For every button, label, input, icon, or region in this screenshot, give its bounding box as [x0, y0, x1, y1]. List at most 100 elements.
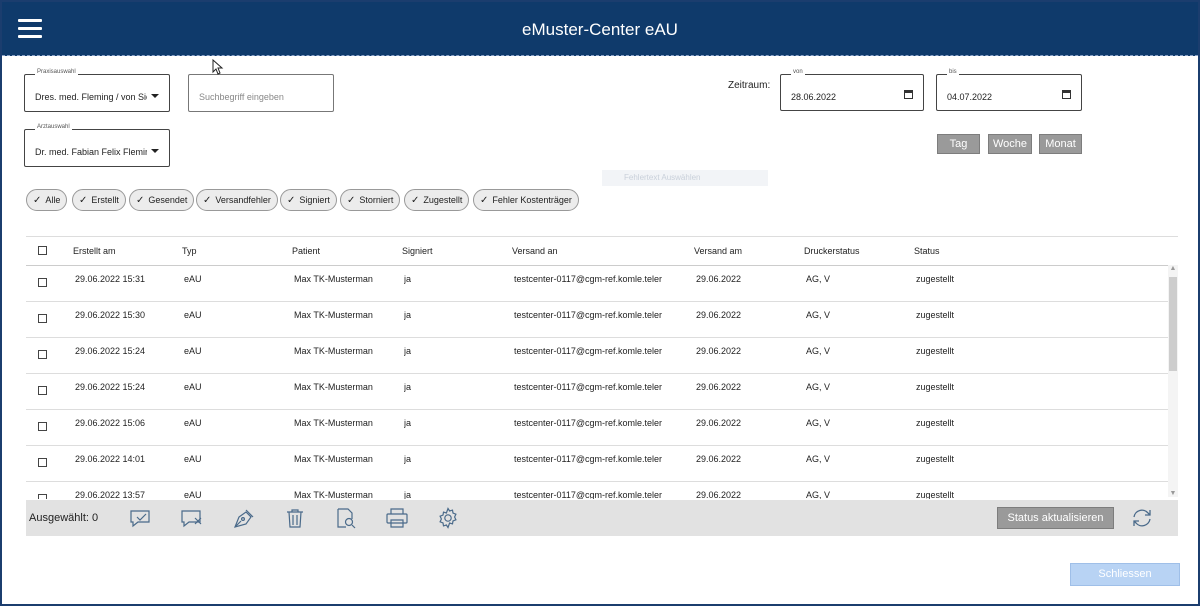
- chip-versandfehler[interactable]: ✓ Versandfehler: [196, 189, 278, 211]
- cell-druckerstatus: AG, V: [806, 310, 831, 320]
- row-checkbox[interactable]: [38, 458, 47, 467]
- monat-button[interactable]: Monat: [1039, 134, 1082, 154]
- cell-versand-an: testcenter-0117@cgm-ref.komle.teler: [514, 274, 663, 284]
- table-row[interactable]: 29.06.2022 15:30 eAU Max TK-Musterman ja tes…: [26, 301, 1168, 338]
- praxis-value: Dres. med. Fleming / von Sie: [35, 92, 147, 102]
- row-checkbox[interactable]: [38, 494, 47, 499]
- chip-alle[interactable]: ✓ Alle: [26, 189, 68, 211]
- table-row[interactable]: 29.06.2022 13:57 eAU Max TK-Musterman ja tes…: [26, 481, 1168, 499]
- table-scrollbar[interactable]: ▲ ▼: [1168, 265, 1178, 497]
- col-signiert[interactable]: Signiert: [402, 246, 433, 256]
- chip-label: Versandfehler: [215, 195, 271, 205]
- table-row[interactable]: 29.06.2022 15:31 eAU Max TK-Musterman ja tes…: [26, 265, 1168, 302]
- select-all-checkbox[interactable]: [38, 246, 47, 255]
- col-status[interactable]: Status: [914, 246, 940, 256]
- cell-patient: Max TK-Musterman: [294, 310, 373, 320]
- sign-check-icon[interactable]: [129, 507, 153, 529]
- cell-typ: eAU: [184, 382, 202, 392]
- chip-label: Storniert: [359, 195, 394, 205]
- cell-patient: Max TK-Musterman: [294, 418, 373, 428]
- scroll-down-icon[interactable]: ▼: [1168, 490, 1178, 497]
- chip-storniert[interactable]: ✓ Storniert: [340, 189, 401, 211]
- results-table: Erstellt am Typ Patient Signiert Versand…: [26, 236, 1178, 499]
- row-checkbox[interactable]: [38, 386, 47, 395]
- cell-patient: Max TK-Musterman: [294, 454, 373, 464]
- status-refresh-button[interactable]: Status aktualisieren: [997, 507, 1114, 529]
- cell-versand-an: testcenter-0117@cgm-ref.komle.teler: [514, 346, 663, 356]
- printer-icon[interactable]: [385, 507, 409, 529]
- cell-status: zugestellt: [916, 418, 955, 428]
- cell-erstellt-am: 29.06.2022 14:01: [75, 454, 146, 464]
- row-checkbox[interactable]: [38, 314, 47, 323]
- calendar-icon[interactable]: [904, 90, 913, 99]
- cell-signiert: ja: [404, 418, 412, 428]
- col-erstellt-am[interactable]: Erstellt am: [73, 246, 116, 256]
- arzt-select[interactable]: Arztauswahl Dr. med. Fabian Felix Flemin…: [24, 124, 170, 167]
- mouse-cursor-icon: [212, 59, 224, 75]
- cell-status: zugestellt: [916, 382, 955, 392]
- gear-icon[interactable]: [436, 507, 460, 529]
- woche-button[interactable]: Woche: [988, 134, 1032, 154]
- cell-erstellt-am: 29.06.2022 15:24: [75, 346, 146, 356]
- table-row[interactable]: 29.06.2022 14:01 eAU Max TK-Musterman ja tes…: [26, 445, 1168, 482]
- table-header: Erstellt am Typ Patient Signiert Versand…: [26, 237, 1178, 266]
- cell-typ: eAU: [184, 310, 202, 320]
- close-button[interactable]: Schliessen: [1070, 563, 1180, 586]
- tag-button[interactable]: Tag: [937, 134, 980, 154]
- cell-patient: Max TK-Musterman: [294, 274, 373, 284]
- chip-zugestellt[interactable]: ✓ Zugestellt: [404, 189, 470, 211]
- date-from-value: 28.06.2022: [791, 92, 837, 102]
- scroll-up-icon[interactable]: ▲: [1168, 265, 1178, 272]
- document-search-icon[interactable]: [334, 507, 358, 529]
- cell-typ: eAU: [184, 274, 202, 284]
- ghost-select: Fehlertext Auswählen: [602, 170, 768, 186]
- cell-patient: Max TK-Musterman: [294, 490, 373, 499]
- check-icon: ✓: [136, 195, 145, 206]
- cell-status: zugestellt: [916, 346, 955, 356]
- selected-count: Ausgewählt: 0: [29, 512, 99, 524]
- cell-erstellt-am: 29.06.2022 15:06: [75, 418, 146, 428]
- row-checkbox[interactable]: [38, 350, 47, 359]
- sign-cancel-icon[interactable]: [180, 507, 204, 529]
- cell-versand-am: 29.06.2022: [696, 346, 742, 356]
- refresh-icon[interactable]: [1130, 507, 1154, 529]
- table-row[interactable]: 29.06.2022 15:24 eAU Max TK-Musterman ja tes…: [26, 373, 1168, 410]
- cell-signiert: ja: [404, 346, 412, 356]
- cell-status: zugestellt: [916, 490, 955, 499]
- cell-versand-am: 29.06.2022: [696, 310, 742, 320]
- row-checkbox[interactable]: [38, 422, 47, 431]
- calendar-icon[interactable]: [1062, 90, 1071, 99]
- col-druckerstatus[interactable]: Druckerstatus: [804, 246, 860, 256]
- chip-label: Alle: [45, 195, 61, 205]
- cell-signiert: ja: [404, 310, 412, 320]
- cell-versand-an: testcenter-0117@cgm-ref.komle.teler: [514, 310, 663, 320]
- pen-nib-icon[interactable]: [232, 507, 256, 529]
- search-input[interactable]: Suchbegriff eingeben: [188, 74, 334, 112]
- chip-fehler-kostentraeger[interactable]: ✓ Fehler Kostenträger: [473, 189, 579, 211]
- cell-versand-an: testcenter-0117@cgm-ref.komle.teler: [514, 418, 663, 428]
- chip-label: Fehler Kostenträger: [492, 195, 572, 205]
- cell-signiert: ja: [404, 274, 412, 284]
- check-icon: ✓: [33, 195, 42, 206]
- check-icon: ✓: [480, 195, 489, 206]
- chip-erstellt[interactable]: ✓ Erstellt: [72, 189, 126, 211]
- table-row[interactable]: 29.06.2022 15:06 eAU Max TK-Musterman ja tes…: [26, 409, 1168, 446]
- cell-druckerstatus: AG, V: [806, 418, 831, 428]
- col-typ[interactable]: Typ: [182, 246, 197, 256]
- col-patient[interactable]: Patient: [292, 246, 320, 256]
- cell-signiert: ja: [404, 490, 412, 499]
- date-from-field[interactable]: von 28.06.2022: [780, 69, 924, 111]
- chip-signiert[interactable]: ✓ Signiert: [280, 189, 337, 211]
- table-row[interactable]: 29.06.2022 15:24 eAU Max TK-Musterman ja tes…: [26, 337, 1168, 374]
- date-to-field[interactable]: bis 04.07.2022: [936, 69, 1082, 111]
- row-checkbox[interactable]: [38, 278, 47, 287]
- app-window: eMuster-Center eAU Praxisauswahl Dres. m…: [0, 0, 1200, 606]
- col-versand-am[interactable]: Versand am: [694, 246, 742, 256]
- cell-patient: Max TK-Musterman: [294, 382, 373, 392]
- trash-icon[interactable]: [283, 507, 307, 529]
- chevron-down-icon: [151, 94, 159, 98]
- praxis-select[interactable]: Praxisauswahl Dres. med. Fleming / von S…: [24, 69, 170, 112]
- scroll-thumb[interactable]: [1169, 277, 1177, 371]
- chip-gesendet[interactable]: ✓ Gesendet: [129, 189, 195, 211]
- col-versand-an[interactable]: Versand an: [512, 246, 558, 256]
